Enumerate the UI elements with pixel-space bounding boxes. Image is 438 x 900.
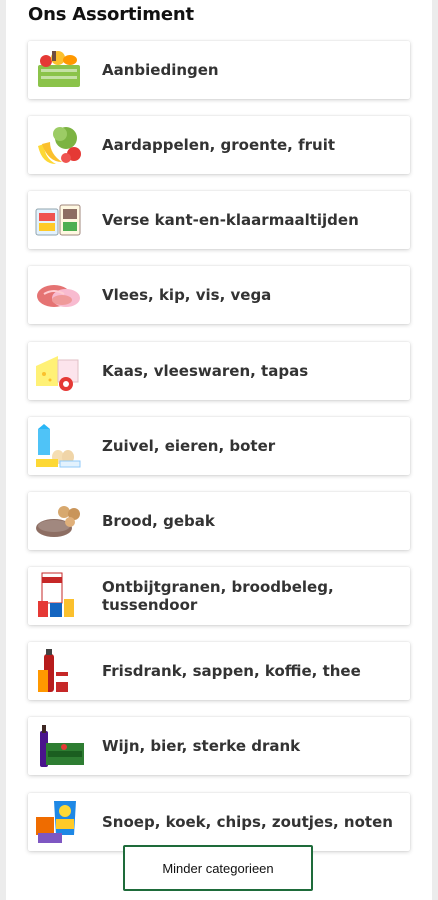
category-card-frisdrank[interactable]: Frisdrank, sappen, koffie, thee	[28, 642, 410, 700]
fruit-vegetables-icon	[32, 120, 86, 170]
category-card-ontbijt[interactable]: Ontbijtgranen, broodbeleg, tussendoor	[28, 567, 410, 625]
category-label: Brood, gebak	[102, 512, 215, 530]
soft-drinks-icon	[32, 646, 86, 696]
category-card-vlees[interactable]: Vlees, kip, vis, vega	[28, 266, 410, 324]
category-card-snoep[interactable]: Snoep, koek, chips, zoutjes, noten	[28, 793, 410, 851]
category-label: Zuivel, eieren, boter	[102, 437, 276, 455]
bread-icon	[32, 496, 86, 546]
ready-meal-icon	[32, 195, 86, 245]
category-card-groente-fruit[interactable]: Aardappelen, groente, fruit	[28, 116, 410, 174]
category-label: Vlees, kip, vis, vega	[102, 286, 272, 304]
cheese-icon	[32, 346, 86, 396]
category-card-brood[interactable]: Brood, gebak	[28, 492, 410, 550]
less-categories-button[interactable]: Minder categorieen	[123, 845, 313, 891]
wine-beer-icon	[32, 721, 86, 771]
cereal-icon	[32, 571, 86, 621]
category-label: Wijn, bier, sterke drank	[102, 737, 301, 755]
dairy-eggs-icon	[32, 421, 86, 471]
section-heading: Ons Assortiment	[28, 4, 194, 25]
category-card-aanbiedingen[interactable]: Aanbiedingen	[28, 41, 410, 99]
category-label: Ontbijtgranen, broodbeleg, tussendoor	[102, 578, 334, 614]
category-label: Frisdrank, sappen, koffie, thee	[102, 662, 361, 680]
category-label: Snoep, koek, chips, zoutjes, noten	[102, 813, 393, 831]
category-card-maaltijden[interactable]: Verse kant-en-klaarmaaltijden	[28, 191, 410, 249]
category-card-wijn-bier[interactable]: Wijn, bier, sterke drank	[28, 717, 410, 775]
category-label: Aardappelen, groente, fruit	[102, 136, 336, 154]
category-label: Aanbiedingen	[102, 61, 219, 79]
groceries-crate-icon	[32, 45, 86, 95]
category-card-zuivel[interactable]: Zuivel, eieren, boter	[28, 417, 410, 475]
category-label: Kaas, vleeswaren, tapas	[102, 362, 309, 380]
category-card-kaas[interactable]: Kaas, vleeswaren, tapas	[28, 342, 410, 400]
snacks-icon	[32, 797, 86, 847]
category-label: Verse kant-en-klaarmaaltijden	[102, 211, 359, 229]
meat-icon	[32, 270, 86, 320]
